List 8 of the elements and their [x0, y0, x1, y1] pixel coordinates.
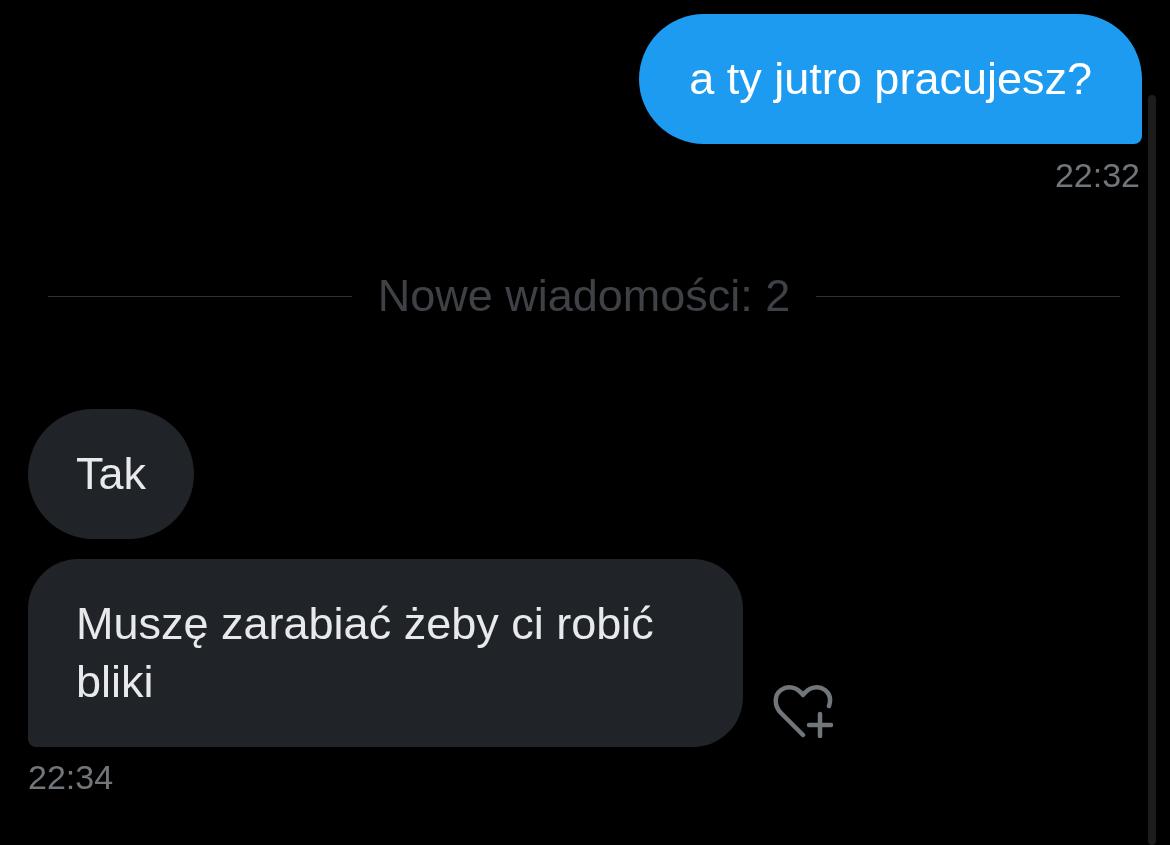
- message-time: 22:34: [28, 759, 114, 795]
- message-time: 22:32: [1054, 157, 1140, 193]
- scrollbar-thumb[interactable]: [1148, 95, 1156, 845]
- message-bubble: Muszę zarabiać żeby ci robić bliki: [28, 559, 743, 747]
- heart-plus-icon[interactable]: [773, 684, 833, 738]
- message-bubble: Tak: [28, 409, 195, 539]
- new-messages-label: Nowe wiadomości: 2: [377, 273, 791, 319]
- message-bubble: a ty jutro pracujesz?: [639, 14, 1142, 144]
